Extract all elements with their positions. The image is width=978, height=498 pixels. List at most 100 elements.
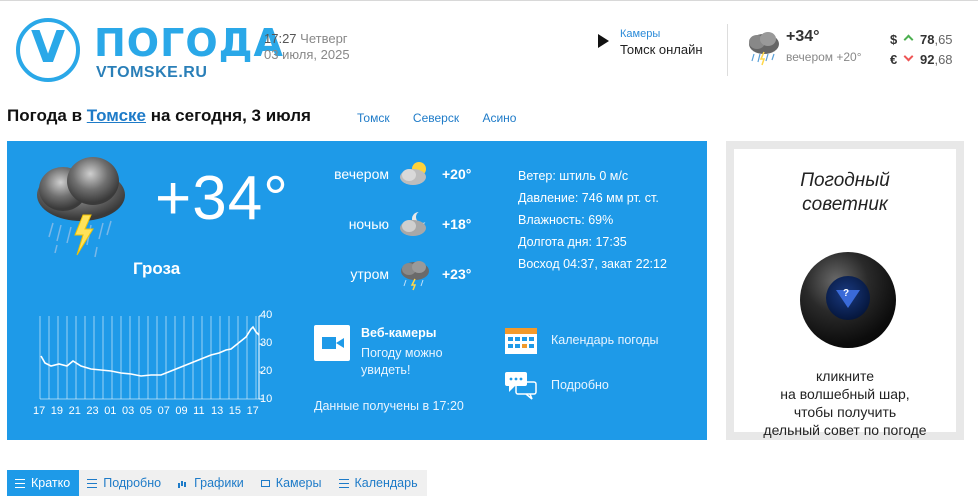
graph-hour-labels: 17 19 21 23 01 03 05 07 09 11 13 15 17 <box>33 405 264 417</box>
weekday: Четверг <box>300 31 348 46</box>
header-temp: +34° <box>786 28 820 45</box>
tab-graphs[interactable]: Графики <box>170 470 253 496</box>
city-link[interactable]: Томск <box>357 111 390 125</box>
tab-label: Графики <box>194 476 244 490</box>
tab-calendar[interactable]: Календарь <box>331 470 427 496</box>
graph-hour: 15 <box>228 405 242 417</box>
view-tabs: Кратко Подробно Графики Камеры Календарь <box>7 470 427 496</box>
header-evening-temp: вечером +20° <box>786 50 862 64</box>
cameras-label: Камеры <box>620 28 661 40</box>
eur-int: 92 <box>920 52 935 67</box>
forecast-morning: утром +23° <box>307 257 487 293</box>
data-received-time: Данные получены в 17:20 <box>314 399 464 413</box>
lines-icon <box>15 478 25 488</box>
current-date: 03 июля, 2025 <box>264 47 350 62</box>
ball-window: ? <box>826 276 870 320</box>
title-prefix: Погода в <box>7 106 87 125</box>
list-icon <box>87 478 98 488</box>
current-time: 17:27 <box>264 31 297 46</box>
cloud-moon-icon <box>400 211 428 236</box>
graph-hour: 23 <box>86 405 99 417</box>
page-title: Погода в Томске на сегодня, 3 июля <box>7 106 311 126</box>
sunrise-sunset-info: Восход 04:37, закат 22:12 <box>518 257 667 271</box>
forecast-temp: +18° <box>442 216 472 232</box>
tab-cameras[interactable]: Камеры <box>253 470 331 496</box>
usd-rate: $ 78,65 <box>890 30 970 50</box>
weather-panel: +34° Гроза вечером +20° ночью +18° утром <box>7 141 707 440</box>
graph-hour: 03 <box>121 405 135 417</box>
calendar-icon <box>505 328 537 354</box>
weather-details: Ветер: штиль 0 м/с Давление: 746 мм рт. … <box>518 165 667 275</box>
weather-calendar-link[interactable]: Календарь погоды <box>504 325 704 357</box>
graph-hour: 09 <box>175 405 188 417</box>
title-city-link[interactable]: Томске <box>87 106 146 125</box>
calendar-icon <box>338 478 349 488</box>
advisor-text-line: чтобы получить <box>793 404 897 420</box>
detailed-link-text: Подробно <box>551 378 609 392</box>
storm-icon <box>749 32 779 66</box>
usd-symbol: $ <box>890 32 898 47</box>
current-temperature: +34° <box>155 164 289 233</box>
pressure-info: Давление: 746 мм рт. ст. <box>518 191 659 205</box>
advisor-title: Погодный советник <box>734 169 956 217</box>
arrow-up-icon <box>903 34 914 45</box>
tab-label: Кратко <box>31 476 71 490</box>
webcams-link[interactable]: Веб-камеры Погоду можно увидеть! <box>314 325 494 385</box>
advisor-card[interactable]: Погодный советник ? кликните на волшебны… <box>734 149 956 438</box>
graph-hour: 11 <box>193 405 205 417</box>
eur-frac: ,68 <box>934 52 953 67</box>
calendar-link-text: Календарь погоды <box>551 333 659 347</box>
advisor-text-line: кликните <box>816 368 874 384</box>
wind-info: Ветер: штиль 0 м/с <box>518 169 629 183</box>
cameras-title: Томск онлайн <box>620 42 703 57</box>
currency-rates: $ 78,65 € 92,68 <box>890 30 970 70</box>
magic-ball-icon[interactable]: ? <box>800 252 896 348</box>
logo-site: VTOMSKE.RU <box>96 64 208 81</box>
humidity-info: Влажность: 69% <box>518 213 614 227</box>
current-datetime: 17:27 Четверг 03 июля, 2025 <box>264 31 350 63</box>
arrow-down-icon <box>903 51 914 62</box>
ball-question: ? <box>843 288 850 299</box>
play-icon <box>598 34 609 48</box>
current-condition: Гроза <box>133 259 181 278</box>
forecast-label: вечером <box>334 166 389 182</box>
city-links: Томск Северск Асино <box>357 111 536 125</box>
header-divider <box>727 24 728 76</box>
chat-icon <box>505 372 537 400</box>
graph-hour: 19 <box>50 405 64 417</box>
site-logo[interactable]: V ПОГОДА VTOMSKE.RU <box>16 16 283 86</box>
advisor-title-line: Погодный <box>800 170 890 191</box>
logo-letter: V <box>30 22 66 73</box>
graph-hour: 17 <box>33 405 46 417</box>
weather-advisor: Погодный советник ? кликните на волшебны… <box>726 141 964 440</box>
forecast-night: ночью +18° <box>307 207 487 243</box>
eur-symbol: € <box>890 52 898 67</box>
webcams-sub-line: увидеть! <box>361 363 411 377</box>
tab-label: Подробно <box>103 476 162 490</box>
graph-hour: 05 <box>139 405 153 417</box>
graph-y-label: 40 <box>260 309 273 321</box>
forecast-evening: вечером +20° <box>307 157 487 193</box>
graph-hour: 17 <box>246 405 259 417</box>
forecast-temp: +20° <box>442 166 472 182</box>
forecast-label: ночью <box>348 216 389 232</box>
thunderstorm-icon <box>37 157 125 258</box>
webcams-sub-line: Погоду можно <box>361 346 443 360</box>
eur-value: 92,68 <box>920 50 953 70</box>
cameras-online-link[interactable]: Камеры Томск онлайн <box>596 28 716 68</box>
detailed-link[interactable]: Подробно <box>504 370 704 402</box>
graph-y-label: 20 <box>260 365 273 377</box>
usd-value: 78,65 <box>920 30 953 50</box>
city-link[interactable]: Северск <box>413 111 459 125</box>
tab-brief[interactable]: Кратко <box>7 470 80 496</box>
forecast-label: утром <box>350 266 389 282</box>
header-weather[interactable]: +34° вечером +20° <box>744 28 874 72</box>
graph-y-label: 10 <box>260 393 273 405</box>
logo-name: ПОГОДА <box>94 21 284 65</box>
graph-hour: 21 <box>68 405 81 417</box>
daylength-info: Долгота дня: 17:35 <box>518 235 627 249</box>
tab-detailed[interactable]: Подробно <box>79 470 170 496</box>
storm-icon <box>401 261 429 291</box>
city-link[interactable]: Асино <box>482 111 516 125</box>
graph-hour: 01 <box>104 405 117 417</box>
